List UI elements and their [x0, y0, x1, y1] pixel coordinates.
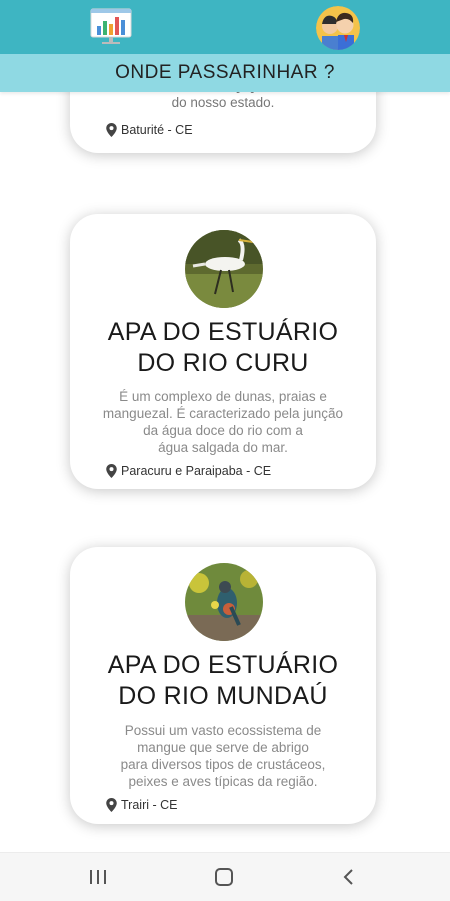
dashboard-chart-icon[interactable] [88, 6, 134, 46]
place-location-text: Paracuru e Paraipaba - CE [121, 464, 272, 478]
egret-photo [185, 230, 263, 308]
app-bar [0, 0, 450, 54]
colorful-bird-photo [185, 563, 263, 641]
home-icon[interactable] [214, 867, 234, 887]
place-location: Baturité - CE [106, 123, 193, 137]
place-location: Trairi - CE [106, 798, 177, 812]
location-pin-icon [106, 798, 117, 812]
location-pin-icon [106, 123, 117, 137]
place-description: É um complexo de dunas, praias e manguez… [102, 389, 344, 455]
place-location-text: Trairi - CE [121, 798, 178, 812]
system-nav-bar [0, 852, 450, 901]
recent-apps-icon[interactable] [87, 869, 109, 885]
place-title: APA DO ESTUÁRIO DO RIO MUNDAÚ [107, 651, 339, 710]
location-pin-icon [106, 464, 117, 478]
place-title: APA DO ESTUÁRIO DO RIO CURU [107, 318, 339, 377]
place-description: Possui um vasto ecossistema de mangue qu… [120, 723, 326, 789]
back-icon[interactable] [341, 867, 357, 887]
place-location-text: Baturité - CE [121, 123, 193, 137]
profile-avatar-icon[interactable] [316, 6, 360, 50]
places-list[interactable]: Ceará, [...] do nosso estado. Baturité -… [0, 0, 450, 852]
place-location: Paracuru e Paraipaba - CE [106, 464, 271, 478]
page-title: ONDE PASSARINHAR ? [0, 54, 450, 92]
place-card[interactable]: APA DO ESTUÁRIO DO RIO CURU É um complex… [70, 214, 376, 489]
place-card[interactable]: APA DO ESTUÁRIO DO RIO MUNDAÚ Possui um … [70, 547, 376, 824]
